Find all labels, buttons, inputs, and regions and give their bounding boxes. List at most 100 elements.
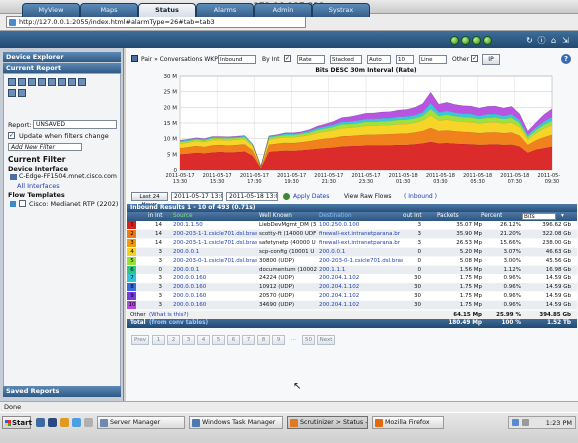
report-name-field[interactable]: UNSAVED (33, 120, 117, 129)
page-button[interactable]: 2 (167, 335, 180, 345)
row-well-known[interactable]: scotty-ft (14000 UDF (259, 230, 317, 238)
device-name[interactable]: C-Edge-FF1504.mnet.cisco.com (19, 173, 117, 180)
table-row[interactable]: 10 3 200.0.0.160 34690 (UDP) 200.204.1.102 30… (127, 301, 577, 310)
sort-icon[interactable]: ▾ (561, 212, 564, 221)
bits-select[interactable]: Bits (522, 213, 556, 220)
logout-icon[interactable]: ⇲ (561, 36, 570, 45)
taskbar-item[interactable]: Windows Task Manager (189, 416, 283, 429)
row-destination[interactable]: 200.204.1.102 (319, 301, 403, 309)
row-destination[interactable]: 200.204.1.102 (319, 283, 403, 291)
row-well-known[interactable]: 10912 (UDP) (259, 283, 317, 291)
table-row[interactable]: 2 14 200-203-1-1.csicle701.dsl.bras scotty-… (127, 229, 577, 239)
row-source[interactable]: 200.1.1.50 (173, 221, 257, 229)
page-button[interactable]: 3 (182, 335, 195, 345)
chart-icon[interactable] (38, 78, 46, 86)
page-button[interactable]: 8 (257, 335, 270, 345)
page-button[interactable]: 5 (212, 335, 225, 345)
row-destination[interactable]: firewall-ext.intranetparana.br (319, 230, 403, 238)
taskbar-item[interactable]: Scrutinizer > Status -... (287, 416, 368, 429)
page-button[interactable]: 6 (227, 335, 240, 345)
row-well-known[interactable]: scp-config (10001 U (259, 248, 317, 256)
page-button[interactable]: 9 (272, 335, 285, 345)
row-source[interactable]: 200.0.0.160 (173, 301, 257, 309)
server-manager-quicklaunch-icon[interactable] (36, 418, 45, 427)
current-report-header[interactable]: Current Report (3, 63, 121, 73)
row-source[interactable]: 200.0.0.1 (173, 248, 257, 256)
row-source[interactable]: 200.0.0.160 (173, 283, 257, 291)
view-raw-inbound-link[interactable]: ( Inbound ) (404, 193, 437, 200)
save-icon[interactable] (18, 78, 26, 86)
col-destination[interactable]: Destination (319, 212, 352, 221)
row-source[interactable]: 200.0.0.160 (173, 292, 257, 300)
table-row[interactable]: 7 3 200.0.0.160 24224 (UDP) 200.204.1.102 30 1… (127, 274, 577, 283)
row-destination[interactable]: 100.250.0.100 (319, 221, 403, 229)
row-well-known[interactable]: 34690 (UDP) (259, 301, 317, 309)
last-24-hours-button[interactable]: Last 24 Hours (131, 192, 168, 208)
export-icon[interactable] (48, 78, 56, 86)
apply-icon[interactable] (283, 193, 290, 200)
ie-quicklaunch-icon[interactable] (72, 418, 81, 427)
table-row[interactable]: 6 0 200.0.0.1 documentum (10002 200.1.1.1 0 1.… (127, 265, 577, 274)
row-destination[interactable]: 200.204.1.102 (319, 292, 403, 300)
by-int-checkbox[interactable]: ✓ (284, 55, 291, 62)
info-icon[interactable]: ⓘ (537, 36, 546, 45)
saved-reports-header[interactable]: Saved Reports (3, 386, 121, 397)
powershell-quicklaunch-icon[interactable] (48, 418, 57, 427)
end-date-field[interactable]: 2011-05-18 13:00 (226, 192, 278, 201)
col-out-int[interactable]: out Int (403, 212, 422, 221)
what-is-this-link[interactable]: (What is this?) (149, 311, 189, 319)
new-report-icon[interactable] (8, 78, 16, 86)
taskbar-item[interactable]: Server Manager (97, 416, 185, 429)
row-well-known[interactable]: 24224 (UDP) (259, 274, 317, 282)
network-tray-icon[interactable] (512, 419, 519, 426)
home-icon[interactable]: ⌂ (549, 36, 558, 45)
direction-select[interactable]: Inbound (218, 55, 256, 64)
template-checkbox[interactable] (19, 200, 26, 207)
row-well-known[interactable]: 20570 (UDP) (259, 292, 317, 300)
total-source-link[interactable]: (from conv tables) (149, 319, 208, 328)
explorer-quicklaunch-icon[interactable] (60, 418, 69, 427)
row-destination[interactable]: 200.1.1.1 (319, 266, 403, 274)
settings-icon[interactable] (18, 89, 26, 97)
table-row[interactable]: 8 3 200.0.0.160 10912 (UDP) 200.204.1.102 30 1… (127, 283, 577, 292)
row-well-known[interactable]: LiebDevMgmt_DM (3 (259, 221, 317, 229)
table-row[interactable]: 9 3 200.0.0.160 20570 (UDP) 200.204.1.102 30 1… (127, 292, 577, 301)
table-row[interactable]: 3 14 200-203-1-1.csicle701.dsl.bras safetyn… (127, 238, 577, 247)
row-source[interactable]: 200.0.0.160 (173, 274, 257, 282)
row-source[interactable]: 200-203-1-1.csicle701.dsl.bras (173, 230, 257, 238)
row-source[interactable]: 200-203-0-1.csicle701.dsl.bras (173, 257, 257, 265)
col-well-known[interactable]: Well Known (259, 212, 292, 221)
row-destination[interactable]: 200.0.0.1 (319, 248, 403, 256)
row-well-known[interactable]: 30800 (UDP) (259, 257, 317, 265)
device-explorer-header[interactable]: Device Explorer (3, 52, 121, 62)
table-row[interactable]: 5 3 200-203-0-1.csicle701.dsl.bras 30800 (U… (127, 256, 577, 265)
tab-myview[interactable]: MyView (22, 3, 80, 17)
auto-select[interactable]: Auto (367, 55, 391, 64)
next-page-button[interactable]: Next (317, 335, 335, 345)
prev-page-button[interactable]: Prev (131, 335, 149, 345)
row-source[interactable]: 200.0.0.1 (173, 266, 257, 274)
taskbar-item[interactable]: Mozilla Firefox (372, 416, 444, 429)
flow-template-item[interactable]: Cisco: Medianet RTP (2202) (29, 200, 118, 208)
page-button[interactable]: 7 (242, 335, 255, 345)
line-select[interactable]: Line (419, 55, 447, 64)
row-well-known[interactable]: documentum (10002 (259, 266, 317, 274)
help-icon[interactable]: ? (561, 54, 571, 64)
update-filters-checkbox[interactable]: ✓ (8, 132, 15, 139)
col-percent[interactable]: Percent (481, 212, 502, 221)
col-in-int[interactable]: in Int (148, 212, 163, 221)
start-date-field[interactable]: 2011-05-17 13:00 (171, 192, 223, 201)
tab-alarms[interactable]: Alarms (196, 3, 254, 17)
table-row[interactable]: 4 3 200.0.0.1 scp-config (10001 U 200.0.0.1 0… (127, 247, 577, 256)
count-select[interactable]: 10 (396, 55, 414, 64)
all-interfaces-link[interactable]: All Interfaces (17, 182, 60, 190)
row-source[interactable]: 200-203-1-1.csicle701.dsl.bras (173, 239, 257, 247)
calendar-icon[interactable] (28, 78, 36, 86)
rate-select[interactable]: Rate (297, 55, 325, 64)
email-icon[interactable] (68, 78, 76, 86)
table-row[interactable]: 1 14 200.1.1.50 LiebDevMgmt_DM (3 100.250.0.… (127, 221, 577, 230)
tab-systrax[interactable]: Systrax (312, 3, 370, 17)
show-desktop-icon[interactable] (84, 418, 93, 427)
refresh-icon[interactable]: ↻ (525, 36, 534, 45)
tab-maps[interactable]: Maps (80, 3, 138, 17)
